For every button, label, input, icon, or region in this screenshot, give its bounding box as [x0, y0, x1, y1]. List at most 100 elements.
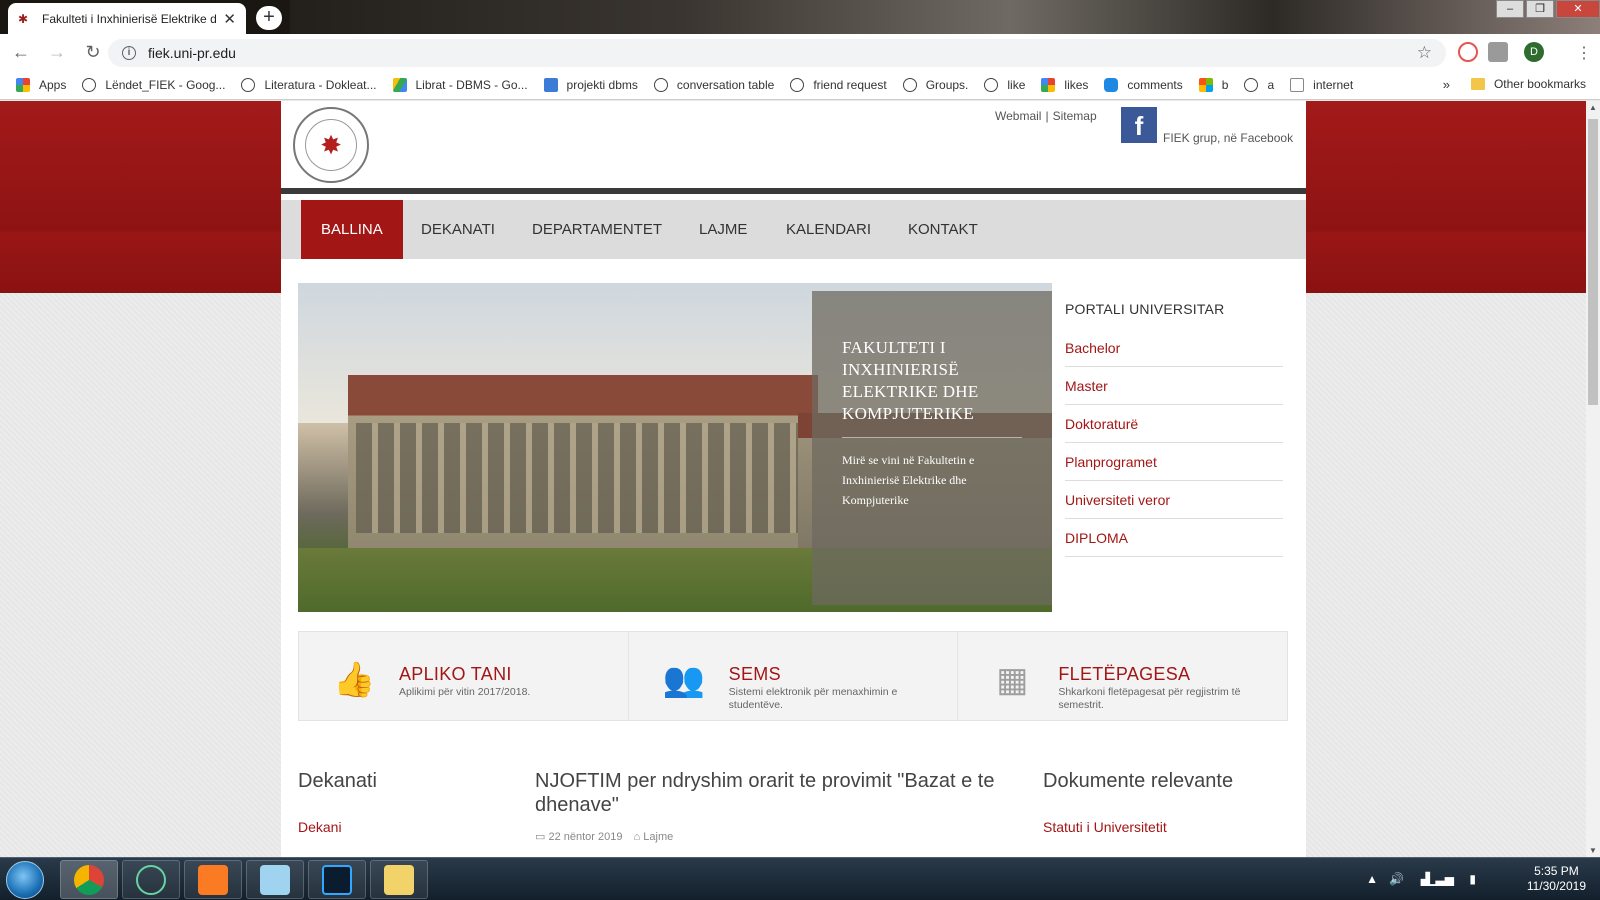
dekanati-heading: Dekanati — [298, 770, 377, 792]
top-links: Webmail | Sitemap — [995, 109, 1097, 123]
taskbar-chrome[interactable] — [60, 860, 118, 899]
box-title[interactable]: SEMS — [729, 664, 781, 685]
bookmark-item[interactable]: Literatura - Dokleat... — [241, 77, 377, 92]
date-icon: ▭ — [535, 831, 546, 843]
menu-item-ballina[interactable]: BALLINA — [301, 200, 403, 259]
page-scrollbar[interactable]: ▲ ▼ — [1586, 101, 1600, 857]
browser-tab[interactable]: ✱ Fakulteti i Inxhinierisë Elektrike dhe… — [8, 3, 246, 34]
apps-grid-icon — [1041, 77, 1056, 92]
calendar-icon: ▦ — [996, 661, 1029, 699]
bookmark-item[interactable]: Lëndet_FIEK - Goog... — [82, 77, 225, 92]
scroll-up-icon[interactable]: ▲ — [1589, 103, 1597, 112]
portal-heading: PORTALI UNIVERSITAR — [1065, 301, 1225, 317]
bulb-icon — [790, 77, 805, 92]
minimize-button[interactable]: – — [1496, 0, 1524, 18]
bookmark-item[interactable]: Librat - DBMS - Go... — [392, 77, 528, 92]
facebook-icon[interactable]: f — [1121, 107, 1157, 143]
dekani-link[interactable]: Dekani — [298, 819, 342, 835]
close-window-button[interactable]: ✕ — [1556, 0, 1600, 18]
slider-caption: FAKULTETI I INXHINIERISË ELEKTRIKE DHE K… — [812, 291, 1052, 605]
maximize-button[interactable]: ❐ — [1526, 0, 1554, 18]
bookmark-item[interactable]: Groups. — [902, 77, 968, 92]
box-fletepagesa[interactable]: ▦ FLETËPAGESA Shkarkoni fletëpagesat për… — [958, 632, 1287, 720]
chrome-icon — [74, 864, 104, 895]
users-icon: 👥 — [662, 661, 706, 699]
thumbs-up-icon: 👍 — [333, 661, 376, 699]
ost-icon — [1290, 77, 1305, 92]
bookmark-item[interactable]: internet — [1290, 77, 1353, 92]
bookmark-item[interactable]: likes — [1041, 77, 1088, 92]
docs-heading: Dokumente relevante — [1043, 770, 1234, 792]
start-button[interactable] — [6, 861, 44, 899]
more-bookmarks-button[interactable]: » — [1443, 77, 1450, 92]
menu-item-dekanati[interactable]: DEKANATI — [401, 200, 515, 259]
tag-icon: ⌂ — [633, 831, 641, 843]
close-tab-icon[interactable]: ✕ — [223, 10, 236, 28]
taskbar-xampp[interactable] — [184, 860, 242, 899]
sitemap-link[interactable]: Sitemap — [1053, 109, 1097, 123]
folder-icon — [1470, 78, 1485, 90]
bookmark-star-icon[interactable]: ☆ — [1417, 43, 1432, 63]
profile-avatar[interactable]: D — [1524, 42, 1544, 62]
battery-icon[interactable]: ▮ — [1469, 872, 1476, 886]
menu-kebab-icon[interactable]: ⋮ — [1576, 43, 1592, 63]
portal-link-bachelor[interactable]: Bachelor — [1065, 329, 1283, 367]
hero-slider[interactable]: FAKULTETI I INXHINIERISË ELEKTRIKE DHE K… — [298, 283, 1052, 612]
extension-icon[interactable] — [1458, 42, 1478, 62]
box-title[interactable]: FLETËPAGESA — [1058, 664, 1190, 685]
bookmark-item[interactable]: projekti dbms — [543, 77, 638, 92]
scroll-down-icon[interactable]: ▼ — [1589, 846, 1597, 855]
taskbar-explorer[interactable] — [370, 860, 428, 899]
web-page: ✸ Webmail | Sitemap f FIEK grup, në Facebo… — [0, 101, 1586, 857]
photoshop-icon — [322, 864, 352, 895]
extension-puzzle-icon[interactable] — [1488, 42, 1508, 62]
portal-link-planprogramet[interactable]: Planprogramet — [1065, 443, 1283, 481]
box-title[interactable]: APLIKO TANI — [399, 664, 512, 685]
bookmark-item[interactable]: b — [1198, 77, 1228, 92]
portal-link-universiteti-veror[interactable]: Universiteti veror — [1065, 481, 1283, 519]
box-apliko[interactable]: 👍 APLIKO TANI Aplikimi për vitin 2017/20… — [299, 632, 629, 720]
db-icon — [1104, 77, 1119, 92]
facebook-link[interactable]: FIEK grup, në Facebook — [1163, 131, 1293, 145]
menu-item-kalendari[interactable]: KALENDARI — [766, 200, 891, 259]
new-tab-button[interactable]: + — [256, 6, 282, 30]
menu-item-lajme[interactable]: LAJME — [679, 200, 767, 259]
portal-link-doktorature[interactable]: Doktoraturë — [1065, 405, 1283, 443]
bulb-icon — [902, 77, 917, 92]
bookmark-item[interactable]: a — [1244, 77, 1274, 92]
box-sems[interactable]: 👥 SEMS Sistemi elektronik për menaxhimin… — [629, 632, 959, 720]
address-bar[interactable]: i fiek.uni-pr.edu ☆ — [108, 39, 1446, 67]
scrollbar-thumb[interactable] — [1588, 119, 1598, 405]
university-logo[interactable]: ✸ — [293, 107, 369, 183]
webmail-link[interactable]: Webmail — [995, 109, 1041, 123]
window-controls: – ❐ ✕ — [1494, 0, 1600, 18]
signal-icon[interactable]: ▁▃▅ — [1426, 872, 1454, 886]
menu-item-departamentet[interactable]: DEPARTAMENTET — [512, 200, 682, 259]
bookmark-item[interactable]: like — [984, 77, 1025, 92]
other-bookmarks-folder[interactable]: Other bookmarks — [1470, 77, 1586, 91]
desktop-background — [290, 0, 1600, 34]
taskbar-notepad[interactable] — [246, 860, 304, 899]
news-category[interactable]: Lajme — [643, 831, 673, 843]
globe-icon — [1244, 77, 1259, 92]
site-header: ✸ Webmail | Sitemap f FIEK grup, në Facebo… — [281, 101, 1306, 194]
news-title[interactable]: NJOFTIM per ndryshim orarit te provimit … — [535, 769, 1015, 817]
taskbar-atom[interactable] — [122, 860, 180, 899]
taskbar-photoshop[interactable] — [308, 860, 366, 899]
bookmark-item[interactable]: conversation table — [653, 77, 774, 92]
tray-expand-icon[interactable]: ▲ — [1366, 872, 1378, 886]
back-icon[interactable]: ← — [6, 42, 36, 63]
forward-icon[interactable]: → — [42, 42, 72, 63]
portal-link-master[interactable]: Master — [1065, 367, 1283, 405]
bookmark-item[interactable]: comments — [1104, 77, 1183, 92]
site-info-icon[interactable]: i — [122, 46, 136, 60]
statuti-link[interactable]: Statuti i Universitetit — [1043, 819, 1167, 835]
portal-link-diploma[interactable]: DIPLOMA — [1065, 519, 1283, 557]
bookmark-item[interactable]: friend request — [790, 77, 887, 92]
drive-icon — [392, 77, 407, 92]
volume-icon[interactable]: 🔊 — [1389, 872, 1404, 886]
tray-clock[interactable]: 5:35 PM 11/30/2019 — [1527, 864, 1586, 894]
menu-item-kontakt[interactable]: KONTAKT — [888, 200, 998, 259]
bookmark-item[interactable]: Apps — [16, 77, 66, 92]
reload-icon[interactable]: ↻ — [78, 42, 108, 63]
